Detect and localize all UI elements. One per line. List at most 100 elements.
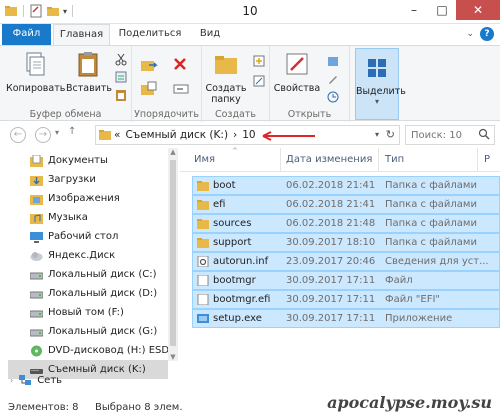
- nav-item-documents[interactable]: Документы: [30, 151, 168, 170]
- navigation-bar: ← → ▾ ↑ « Съемный диск (K:) › 10 ▾ ↻: [0, 122, 500, 148]
- network-icon: [19, 375, 32, 385]
- copy-to-icon[interactable]: [140, 80, 158, 98]
- nav-item-drive-d[interactable]: Локальный диск (D:): [30, 284, 168, 303]
- file-row[interactable]: sources 06.02.2018 21:48 Папка с файлами: [192, 214, 500, 233]
- edit-icon[interactable]: [326, 72, 340, 86]
- file-type: Папка с файлами: [385, 218, 477, 229]
- column-type[interactable]: Тип: [385, 154, 404, 165]
- file-list: boot 06.02.2018 21:41 Папка с файлами ef…: [192, 176, 500, 328]
- file-row[interactable]: setup.exe 30.09.2017 17:11 Приложение: [192, 309, 500, 328]
- file-list-pane: ^ Имя Дата изменения Тип Р boot 06.02.20…: [180, 147, 500, 399]
- nav-item-downloads[interactable]: Загрузки: [30, 170, 168, 189]
- history-icon[interactable]: [326, 90, 340, 104]
- move-to-icon[interactable]: [140, 56, 158, 74]
- file-type: Файл "EFI": [385, 294, 441, 305]
- select-button[interactable]: Выделить ▾: [355, 48, 406, 120]
- breadcrumb-prefix[interactable]: «: [114, 129, 120, 141]
- column-name[interactable]: Имя: [194, 154, 215, 165]
- forward-button[interactable]: →: [35, 127, 51, 143]
- breadcrumb-drive[interactable]: Съемный диск (K:): [125, 129, 228, 141]
- clipboard-group: Копировать Вставить Буфер обмена: [0, 46, 132, 122]
- tab-home[interactable]: Главная: [53, 24, 110, 46]
- breadcrumb-separator[interactable]: ›: [233, 129, 237, 141]
- nav-item-dvd-h[interactable]: DVD-дисковод (H:) ESD-ISO: [30, 341, 168, 360]
- nav-item-drive-c[interactable]: Локальный диск (C:): [30, 265, 168, 284]
- open-icon[interactable]: [326, 54, 340, 68]
- nav-item-drive-f[interactable]: Новый том (F:): [30, 303, 168, 322]
- cut-icon[interactable]: [114, 52, 128, 66]
- file-row[interactable]: boot 06.02.2018 21:41 Папка с файлами: [192, 176, 500, 195]
- paste-shortcut-icon[interactable]: [114, 88, 128, 102]
- open-group: Свойства Открыть: [270, 46, 350, 122]
- folder-icon: [197, 238, 209, 248]
- file-row[interactable]: autorun.inf 23.09.2017 20:46 Сведения дл…: [192, 252, 500, 271]
- new-folder-icon: [215, 56, 237, 74]
- file-row[interactable]: bootmgr.efi 30.09.2017 17:11 Файл "EFI": [192, 290, 500, 309]
- file-icon: [197, 294, 209, 305]
- search-input[interactable]: [411, 127, 481, 143]
- drive-icon: [30, 291, 43, 298]
- drive-icon: [30, 329, 43, 336]
- file-row[interactable]: support 30.09.2017 18:10 Папка с файлами: [192, 233, 500, 252]
- minimize-button[interactable]: –: [400, 0, 428, 20]
- easy-access-icon[interactable]: [252, 74, 266, 88]
- music-icon: [30, 213, 43, 224]
- rename-icon[interactable]: [172, 80, 190, 98]
- properties-icon: [286, 53, 308, 75]
- create-group: Создать папку Создать: [202, 46, 270, 122]
- paste-icon: [78, 52, 98, 77]
- address-bar[interactable]: « Съемный диск (K:) › 10 ▾ ↻: [95, 125, 400, 145]
- tab-view[interactable]: Вид: [190, 24, 230, 45]
- red-arrow-annotation: [262, 131, 315, 141]
- column-date[interactable]: Дата изменения: [286, 154, 372, 165]
- nav-item-drive-g[interactable]: Локальный диск (G:): [30, 322, 168, 341]
- refresh-icon[interactable]: ↻: [386, 128, 395, 141]
- nav-item-pictures[interactable]: Изображения: [30, 189, 168, 208]
- file-type: Файл: [385, 275, 413, 286]
- nav-item-music[interactable]: Музыка: [30, 208, 168, 227]
- file-date: 30.09.2017 17:11: [286, 294, 376, 305]
- nav-pane-scrollbar[interactable]: ▲ ▼: [168, 148, 178, 361]
- collapse-ribbon-chevron-icon[interactable]: ⌄: [466, 29, 474, 39]
- help-icon[interactable]: ?: [480, 27, 494, 41]
- recent-locations-chevron-icon[interactable]: ▾: [55, 128, 59, 137]
- address-history-chevron-icon[interactable]: ▾: [375, 130, 379, 139]
- folder-icon: [197, 181, 209, 191]
- nav-item-network[interactable]: › Сеть: [10, 374, 62, 386]
- scroll-down-icon[interactable]: ▼: [168, 353, 178, 361]
- properties-button[interactable]: Свойства: [272, 50, 322, 94]
- yandex-disk-icon: [30, 251, 43, 261]
- new-folder-button[interactable]: Создать папку: [204, 50, 248, 105]
- file-icon: [197, 275, 209, 286]
- maximize-button[interactable]: □: [428, 0, 456, 20]
- nav-scroll-thumb[interactable]: [170, 160, 176, 346]
- file-type: Папка с файлами: [385, 180, 477, 191]
- file-date: 06.02.2018 21:41: [286, 199, 376, 210]
- nav-item-desktop[interactable]: Рабочий стол: [30, 227, 168, 246]
- tab-file[interactable]: Файл: [2, 24, 51, 45]
- title-bar: ▾ 10 – □ ✕: [0, 0, 500, 24]
- close-button[interactable]: ✕: [456, 0, 500, 20]
- organize-group: Упорядочить: [132, 46, 202, 122]
- nav-item-yandex-disk[interactable]: Яндекс.Диск: [30, 246, 168, 265]
- copy-button[interactable]: Копировать: [6, 50, 65, 94]
- folder-icon: [197, 219, 209, 229]
- file-row[interactable]: bootmgr 30.09.2017 17:11 Файл: [192, 271, 500, 290]
- new-item-icon[interactable]: [252, 54, 266, 68]
- expand-chevron-icon[interactable]: ›: [10, 376, 13, 385]
- delete-icon[interactable]: [172, 56, 188, 72]
- column-size[interactable]: Р: [484, 154, 490, 165]
- back-button[interactable]: ←: [10, 127, 26, 143]
- search-box[interactable]: [405, 125, 495, 145]
- file-name: boot: [213, 180, 236, 191]
- scroll-up-icon[interactable]: ▲: [168, 148, 178, 156]
- tab-share[interactable]: Поделиться: [114, 24, 186, 45]
- file-name: bootmgr: [213, 275, 256, 286]
- up-button[interactable]: ↑: [68, 126, 76, 137]
- watermark: apocalypse.moy.su: [327, 393, 492, 412]
- item-count: Элементов: 8: [8, 402, 79, 413]
- file-row[interactable]: efi 06.02.2018 21:41 Папка с файлами: [192, 195, 500, 214]
- copy-path-icon[interactable]: [114, 70, 128, 84]
- breadcrumb-folder[interactable]: 10: [242, 129, 255, 141]
- paste-button[interactable]: Вставить: [66, 50, 112, 94]
